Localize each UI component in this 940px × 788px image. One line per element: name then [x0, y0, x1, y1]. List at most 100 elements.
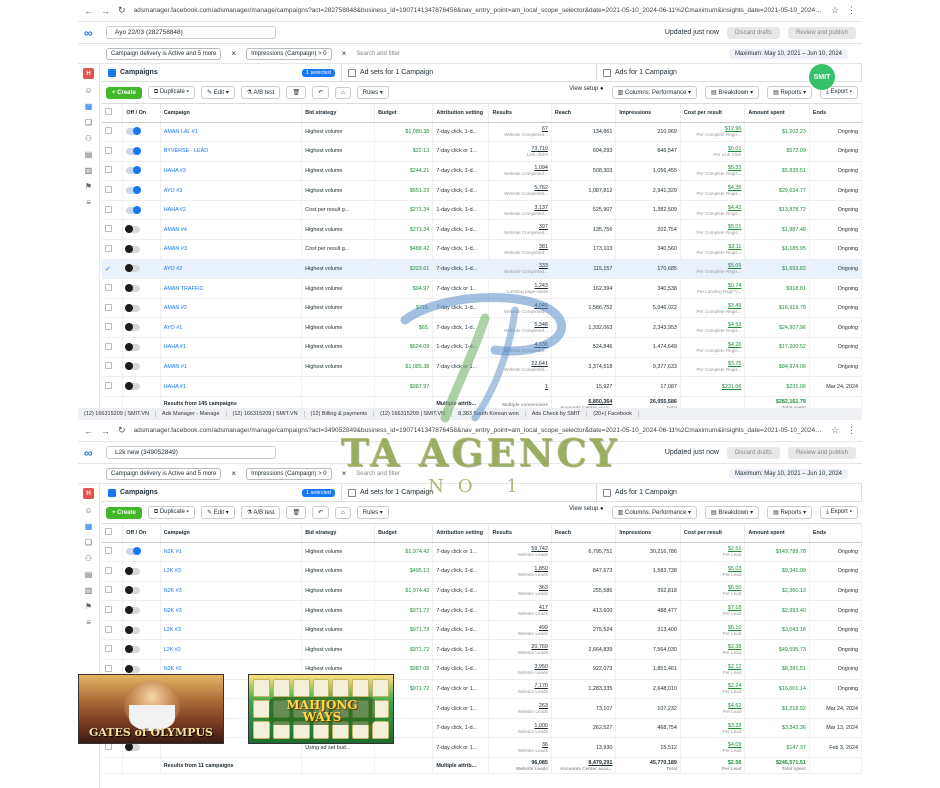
- cpr-value[interactable]: $2.12: [728, 664, 742, 670]
- on-off-toggle[interactable]: [125, 382, 141, 391]
- checkbox[interactable]: [105, 566, 112, 574]
- on-off-toggle[interactable]: [126, 186, 142, 195]
- checkbox[interactable]: [105, 323, 112, 331]
- cpr-value[interactable]: $4.42: [728, 205, 742, 211]
- budget-value[interactable]: $1,080.38: [405, 129, 429, 135]
- star-icon[interactable]: ☆: [831, 5, 839, 16]
- cpr-value[interactable]: $4.26: [728, 342, 742, 348]
- table-row[interactable]: L2K #3 Highest volume $495.13 7-day click, …: [102, 561, 862, 582]
- review-publish-button[interactable]: Review and publish: [787, 26, 856, 39]
- campaign-name[interactable]: HAHA #3: [160, 161, 303, 182]
- on-off-toggle[interactable]: [125, 566, 141, 575]
- campaign-name[interactable]: N2K #1: [160, 542, 303, 563]
- table-row[interactable]: N2K #1 Highest volume $1,974.42 7-day click…: [102, 542, 862, 563]
- ab-test-button[interactable]: ⚗ A/B test: [240, 86, 281, 99]
- select-all-checkbox[interactable]: [102, 524, 124, 543]
- col-spent[interactable]: Amount spent: [744, 104, 810, 123]
- columns-button[interactable]: ▥ Columns: Performance ▾: [611, 506, 698, 519]
- budget-value[interactable]: $971.73: [410, 627, 430, 633]
- row-checkbox[interactable]: [102, 200, 124, 221]
- on-off-toggle[interactable]: [126, 127, 142, 136]
- results-value[interactable]: 1,850: [534, 566, 548, 572]
- row-checkbox[interactable]: [102, 357, 124, 378]
- selected-badge[interactable]: 1 selected: [301, 68, 335, 77]
- ab-test-button[interactable]: ⚗ A/B test: [240, 506, 281, 519]
- on-off-toggle[interactable]: [125, 225, 141, 234]
- discard-drafts-button[interactable]: Discard drafts: [726, 446, 780, 459]
- account-selector[interactable]: L2k new (349052849): [106, 446, 276, 459]
- url-text[interactable]: adsmanager.facebook.com/adsmanager/manag…: [134, 427, 823, 434]
- reload-icon[interactable]: ↻: [118, 5, 126, 16]
- view-setup-toggle[interactable]: View setup ●: [569, 506, 604, 519]
- cpr-value[interactable]: $3.11: [728, 244, 741, 250]
- browser-tab[interactable]: 8,383 South Korean won: [458, 411, 526, 417]
- budget-value[interactable]: $1,974.42: [405, 549, 429, 555]
- cpr-value[interactable]: $231.06: [722, 384, 742, 390]
- checkbox[interactable]: [105, 342, 112, 350]
- col-ends[interactable]: Ends: [809, 104, 862, 123]
- cpr-value[interactable]: $3.33: [728, 723, 742, 729]
- row-checkbox[interactable]: [102, 122, 124, 143]
- col-reach[interactable]: Reach: [551, 524, 617, 543]
- campaign-name[interactable]: BYVERSE - LEAD: [160, 141, 303, 162]
- col-reach[interactable]: Reach: [551, 104, 617, 123]
- on-off-toggle[interactable]: [125, 664, 141, 673]
- browser-tab[interactable]: (20+) Facebook: [593, 411, 639, 417]
- results-value[interactable]: 1: [545, 384, 548, 390]
- results-value[interactable]: 73,719: [531, 146, 548, 152]
- close-icon[interactable]: ×: [342, 469, 347, 478]
- event-icon[interactable]: ⚑: [85, 182, 92, 191]
- columns-button[interactable]: ▥ Columns: Performance ▾: [611, 86, 698, 99]
- row-checkbox[interactable]: [102, 337, 124, 358]
- breakdown-button[interactable]: ▤ Breakdown ▾: [705, 86, 760, 99]
- on-off-toggle[interactable]: [126, 205, 142, 214]
- audience-icon[interactable]: ⚇: [85, 134, 92, 143]
- emoji-icon[interactable]: ☺: [84, 86, 92, 95]
- tab-campaigns[interactable]: Campaigns 1 selected: [102, 64, 342, 81]
- row-checkbox[interactable]: ✓: [102, 259, 124, 280]
- checkbox[interactable]: [105, 625, 112, 633]
- emoji-icon[interactable]: ☺: [84, 506, 92, 515]
- table-row[interactable]: ✓ AYO #2 Highest volume $323.61 7-day click,…: [102, 259, 862, 280]
- row-checkbox[interactable]: [102, 620, 124, 641]
- menu-dots-icon[interactable]: ⋮: [847, 5, 856, 16]
- on-off-toggle[interactable]: [126, 146, 142, 155]
- avatar[interactable]: H: [83, 68, 94, 79]
- browser-tab[interactable]: Ads Manager - Manage: [162, 411, 227, 417]
- budget-value[interactable]: $971.72: [410, 647, 430, 653]
- back-icon[interactable]: ←: [84, 426, 93, 436]
- create-button[interactable]: + Create: [106, 86, 142, 99]
- table-row[interactable]: N2K #3 Highest volume $971.72 7-day click, …: [102, 600, 862, 621]
- col-results[interactable]: Results: [488, 524, 552, 543]
- checkbox[interactable]: [105, 284, 112, 292]
- reports-button[interactable]: ▤ Reports ▾: [767, 506, 813, 519]
- table-row[interactable]: AYO #3 Highest volume $651.23 7-day click, …: [102, 180, 862, 201]
- table-row[interactable]: AMAN LAL #1 Highest volume $1,080.38 7-day …: [102, 122, 862, 143]
- on-off-toggle[interactable]: [126, 166, 142, 175]
- date-range-picker[interactable]: Maximum: May 10, 2021 – Jun 10, 2024: [728, 48, 848, 59]
- search-input[interactable]: Search and filter: [356, 51, 719, 57]
- campaign-name[interactable]: AMAN #4: [160, 219, 303, 241]
- checkbox[interactable]: [105, 127, 112, 135]
- delete-icon[interactable]: 🗑: [286, 506, 307, 519]
- row-checkbox[interactable]: [102, 317, 124, 339]
- row-checkbox[interactable]: [102, 180, 124, 201]
- row-checkbox[interactable]: [102, 161, 124, 182]
- budget-value[interactable]: $1,085.38: [405, 364, 429, 370]
- filter-chip-delivery[interactable]: Campaign delivery is Active and 5 more: [106, 47, 222, 60]
- event-icon[interactable]: ⚑: [85, 602, 92, 611]
- row-checkbox[interactable]: [102, 376, 124, 397]
- campaign-name[interactable]: AYO #1: [160, 317, 303, 339]
- results-value[interactable]: 499: [539, 625, 548, 631]
- checkbox[interactable]: [105, 146, 112, 154]
- table-row[interactable]: HAHA #2 Cost per result g... $271.34 1-day …: [102, 200, 862, 221]
- forward-icon[interactable]: →: [101, 6, 110, 16]
- star-icon[interactable]: ☆: [831, 425, 839, 436]
- checkbox[interactable]: [105, 205, 112, 213]
- on-off-toggle[interactable]: [125, 244, 141, 253]
- list-icon[interactable]: ≡: [86, 618, 91, 627]
- on-off-toggle[interactable]: [125, 606, 141, 615]
- checkbox[interactable]: [105, 244, 112, 252]
- results-value[interactable]: 1,000: [534, 723, 548, 729]
- budget-value[interactable]: $651.23: [410, 188, 430, 194]
